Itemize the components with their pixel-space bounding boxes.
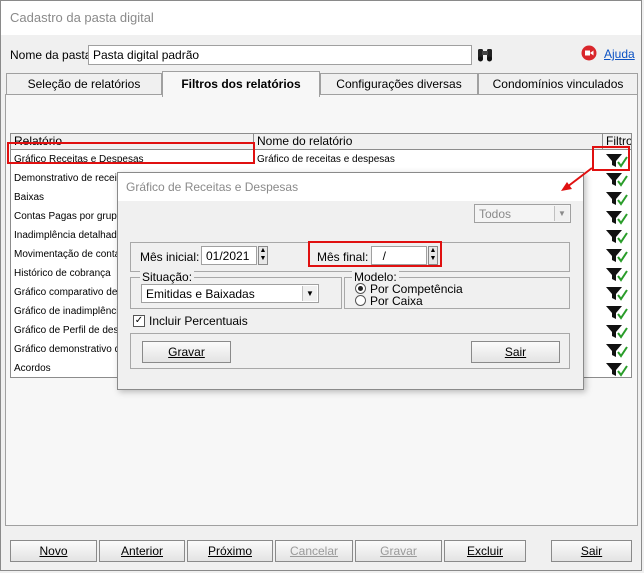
spin-down-icon[interactable]: ▼: [429, 255, 437, 263]
month-start-spinner[interactable]: ▲ ▼: [258, 246, 268, 265]
proximo-button[interactable]: Próximo: [187, 540, 273, 562]
spin-up-icon[interactable]: ▲: [429, 247, 437, 255]
scope-select-value: Todos: [479, 207, 512, 221]
filter-button[interactable]: [603, 361, 631, 377]
dialog-title: Gráfico de Receitas e Despesas: [126, 180, 299, 194]
filter-button[interactable]: [603, 247, 631, 264]
month-end-spinner[interactable]: ▲ ▼: [428, 246, 438, 265]
filter-button[interactable]: [603, 342, 631, 359]
report-cell[interactable]: Gráfico Receitas e Despesas: [11, 151, 254, 170]
situation-select[interactable]: Emitidas e Baixadas ▼: [141, 284, 319, 303]
funnel-check-icon: [606, 230, 628, 244]
sair-button[interactable]: Sair: [551, 540, 632, 562]
month-end-input[interactable]: /: [371, 246, 427, 265]
folder-name-label: Nome da pasta:: [10, 48, 95, 62]
radio-por-competencia[interactable]: [355, 283, 366, 294]
tab-configuracoes-diversas[interactable]: Configurações diversas: [320, 73, 478, 95]
include-percent-label[interactable]: Incluir Percentuais: [149, 314, 248, 328]
filter-button[interactable]: [603, 323, 631, 340]
funnel-check-icon: [606, 287, 628, 301]
dialog-save-label: Gravar: [168, 345, 205, 359]
month-start-input[interactable]: 01/2021: [201, 246, 257, 265]
sair-button-label: Sair: [580, 544, 603, 558]
funnel-check-icon: [606, 325, 628, 339]
filter-button[interactable]: [603, 190, 631, 207]
excluir-button[interactable]: Excluir: [444, 540, 526, 562]
help-link[interactable]: Ajuda: [604, 47, 635, 61]
dialog-exit-button[interactable]: Sair: [471, 341, 560, 363]
filter-button[interactable]: [603, 304, 631, 321]
filter-button[interactable]: [603, 285, 631, 302]
situation-select-value: Emitidas e Baixadas: [146, 287, 255, 301]
column-header-filtro[interactable]: Filtro: [603, 134, 631, 150]
filter-dialog: Gráfico de Receitas e Despesas Todos ▼ M…: [117, 172, 584, 390]
dialog-save-button[interactable]: Gravar: [142, 341, 231, 363]
filter-button[interactable]: [603, 171, 631, 188]
radio-por-caixa-label[interactable]: Por Caixa: [370, 294, 423, 308]
radio-por-caixa[interactable]: [355, 295, 366, 306]
dialog-titlebar: Gráfico de Receitas e Despesas: [118, 173, 583, 201]
tab-condominios-vinculados[interactable]: Condomínios vinculados: [478, 73, 638, 95]
anterior-button[interactable]: Anterior: [99, 540, 185, 562]
table-row[interactable]: Gráfico Receitas e Despesas Gráfico de re…: [11, 151, 631, 170]
novo-button[interactable]: Novo: [10, 540, 97, 562]
anterior-button-label: Anterior: [120, 544, 164, 558]
excluir-button-label: Excluir: [466, 544, 503, 558]
gravar-button[interactable]: Gravar: [355, 540, 442, 562]
cancelar-button-label: Cancelar: [289, 544, 339, 558]
funnel-check-icon: [606, 268, 628, 282]
month-end-label: Mês final:: [317, 250, 369, 264]
window-titlebar: Cadastro da pasta digital: [1, 1, 641, 35]
chevron-down-icon: ▼: [554, 206, 569, 221]
gravar-button-label: Gravar: [380, 544, 417, 558]
report-name-cell[interactable]: Gráfico de receitas e despesas: [254, 151, 603, 170]
tab-selecao-relatorios[interactable]: Seleção de relatórios: [6, 73, 162, 95]
situation-label: Situação:: [140, 270, 195, 284]
help-icon[interactable]: [581, 45, 597, 61]
spin-down-icon[interactable]: ▼: [259, 255, 267, 263]
binoculars-icon[interactable]: [475, 45, 495, 65]
filter-button[interactable]: [603, 152, 631, 169]
column-header-relatorio[interactable]: Relatório: [11, 134, 254, 150]
window-title: Cadastro da pasta digital: [10, 10, 154, 25]
spin-up-icon[interactable]: ▲: [259, 247, 267, 255]
arrow-annotation-icon: [561, 167, 593, 191]
scope-select[interactable]: Todos ▼: [474, 204, 571, 223]
tab-filtros-relatorios[interactable]: Filtros dos relatórios: [162, 71, 320, 97]
funnel-check-icon: [606, 154, 628, 168]
folder-name-input[interactable]: Pasta digital padrão: [88, 45, 472, 65]
funnel-check-icon: [606, 344, 628, 358]
funnel-check-icon: [606, 306, 628, 320]
funnel-check-icon: [606, 211, 628, 225]
chevron-down-icon: ▼: [302, 286, 317, 301]
column-header-nome-relatorio[interactable]: Nome do relatório: [254, 134, 603, 150]
cancelar-button[interactable]: Cancelar: [275, 540, 353, 562]
filter-button[interactable]: [603, 209, 631, 226]
month-start-label: Mês inicial:: [140, 250, 200, 264]
filter-button[interactable]: [603, 266, 631, 283]
filter-button[interactable]: [603, 228, 631, 245]
funnel-check-icon: [606, 249, 628, 263]
proximo-button-label: Próximo: [207, 544, 252, 558]
novo-button-label: Novo: [39, 544, 68, 558]
funnel-check-icon: [606, 363, 628, 377]
include-percent-checkbox[interactable]: ✓: [133, 315, 145, 327]
dialog-exit-label: Sair: [504, 345, 527, 359]
funnel-check-icon: [606, 173, 628, 187]
funnel-check-icon: [606, 192, 628, 206]
